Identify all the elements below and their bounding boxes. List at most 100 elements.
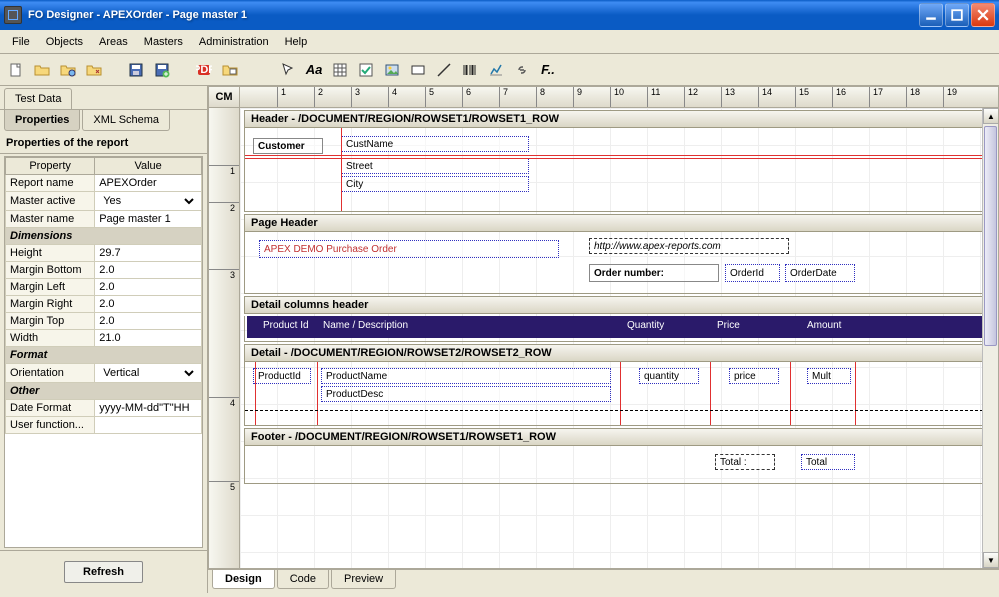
prop-key: Height bbox=[6, 245, 95, 262]
image-icon[interactable] bbox=[380, 58, 404, 82]
field-custname[interactable]: CustName bbox=[341, 136, 529, 152]
field-city[interactable]: City bbox=[341, 176, 529, 192]
scroll-down-button[interactable]: ▼ bbox=[983, 552, 999, 568]
new-file-icon[interactable] bbox=[4, 58, 28, 82]
line-icon[interactable] bbox=[432, 58, 456, 82]
menu-administration[interactable]: Administration bbox=[191, 33, 277, 51]
close-button[interactable] bbox=[971, 3, 995, 27]
band-detail[interactable]: Detail - /DOCUMENT/REGION/ROWSET2/ROWSET… bbox=[244, 344, 994, 426]
field-productid[interactable]: ProductId bbox=[253, 368, 311, 384]
link-icon[interactable] bbox=[510, 58, 534, 82]
scroll-up-button[interactable]: ▲ bbox=[983, 108, 999, 124]
prop-value[interactable]: 2.0 bbox=[95, 262, 202, 279]
band-title[interactable]: Footer - /DOCUMENT/REGION/ROWSET1/ROWSET… bbox=[244, 428, 994, 446]
save-new-icon[interactable] bbox=[150, 58, 174, 82]
field-productname[interactable]: ProductName bbox=[321, 368, 611, 384]
band-title[interactable]: Page Header bbox=[244, 214, 994, 232]
prop-value[interactable]: 2.0 bbox=[95, 313, 202, 330]
prop-value[interactable]: Vertical bbox=[95, 364, 202, 383]
tab-test-data[interactable]: Test Data bbox=[4, 88, 72, 109]
prop-value[interactable]: APEXOrder bbox=[95, 175, 202, 192]
prop-key: Report name bbox=[6, 175, 95, 192]
band-colhead[interactable]: Detail columns header Product Id Name / De… bbox=[244, 296, 994, 342]
design-canvas[interactable]: Header - /DOCUMENT/REGION/ROWSET1/ROWSET… bbox=[240, 108, 999, 569]
prop-value[interactable] bbox=[95, 417, 202, 434]
field-customer[interactable]: Customer bbox=[253, 138, 323, 154]
field-total[interactable]: Total bbox=[801, 454, 855, 470]
checkbox-icon[interactable] bbox=[354, 58, 378, 82]
band-body[interactable]: ProductId ProductName quantity price Mult Pro… bbox=[244, 362, 994, 426]
band-pageheader[interactable]: Page Header APEX DEMO Purchase Order http:… bbox=[244, 214, 994, 294]
prop-key: User function... bbox=[6, 417, 95, 434]
menu-objects[interactable]: Objects bbox=[38, 33, 91, 51]
column-header-cell[interactable]: Price bbox=[717, 320, 740, 331]
prop-value[interactable]: 21.0 bbox=[95, 330, 202, 347]
prop-value[interactable]: 29.7 bbox=[95, 245, 202, 262]
band-footer[interactable]: Footer - /DOCUMENT/REGION/ROWSET1/ROWSET… bbox=[244, 428, 994, 484]
band-header[interactable]: Header - /DOCUMENT/REGION/ROWSET1/ROWSET… bbox=[244, 110, 994, 212]
prop-key: Margin Right bbox=[6, 296, 95, 313]
band-title[interactable]: Detail columns header bbox=[244, 296, 994, 314]
field-total-[interactable]: Total : bbox=[715, 454, 775, 470]
maximize-button[interactable] bbox=[945, 3, 969, 27]
field-http-www-apex-reports-com[interactable]: http://www.apex-reports.com bbox=[589, 238, 789, 254]
field-orderdate[interactable]: OrderDate bbox=[785, 264, 855, 282]
column-header-cell[interactable]: Amount bbox=[807, 320, 841, 331]
field-orderid[interactable]: OrderId bbox=[725, 264, 780, 282]
property-grid[interactable]: PropertyValue Report nameAPEXOrderMaster… bbox=[4, 156, 203, 548]
band-body[interactable]: APEX DEMO Purchase Order http://www.apex-… bbox=[244, 232, 994, 294]
rect-icon[interactable] bbox=[406, 58, 430, 82]
band-title[interactable]: Detail - /DOCUMENT/REGION/ROWSET2/ROWSET… bbox=[244, 344, 994, 362]
field-price[interactable]: price bbox=[729, 368, 779, 384]
field-apex-demo-purchase-order[interactable]: APEX DEMO Purchase Order bbox=[259, 240, 559, 258]
refresh-button[interactable]: Refresh bbox=[64, 561, 143, 583]
left-panel: Test Data Properties XML Schema Properti… bbox=[0, 86, 208, 593]
field-productdesc[interactable]: ProductDesc bbox=[321, 386, 611, 402]
prop-value[interactable]: 2.0 bbox=[95, 279, 202, 296]
scroll-thumb[interactable] bbox=[984, 126, 997, 346]
chart-icon[interactable] bbox=[484, 58, 508, 82]
prop-value[interactable]: Yes bbox=[95, 192, 202, 211]
vertical-scrollbar[interactable]: ▲ ▼ bbox=[982, 108, 998, 568]
band-body[interactable]: Product Id Name / Description Quantity Pric… bbox=[244, 316, 994, 342]
open-report-icon[interactable] bbox=[218, 58, 242, 82]
menu-file[interactable]: File bbox=[4, 33, 38, 51]
horizontal-ruler: 12345678910111213141516171819 bbox=[240, 86, 999, 108]
save-icon[interactable] bbox=[124, 58, 148, 82]
prop-value[interactable]: 2.0 bbox=[95, 296, 202, 313]
field-mult[interactable]: Mult bbox=[807, 368, 851, 384]
menu-help[interactable]: Help bbox=[277, 33, 316, 51]
category-other: Other bbox=[6, 383, 202, 400]
open-folder-alt-icon[interactable] bbox=[56, 58, 80, 82]
prop-value[interactable]: Page master 1 bbox=[95, 211, 202, 228]
field-street[interactable]: Street bbox=[341, 158, 529, 174]
column-header-cell[interactable]: Name / Description bbox=[323, 320, 408, 331]
pointer-icon[interactable] bbox=[276, 58, 300, 82]
menu-masters[interactable]: Masters bbox=[136, 33, 191, 51]
tab-properties[interactable]: Properties bbox=[4, 110, 80, 131]
pdf-export-icon[interactable]: PDF bbox=[192, 58, 216, 82]
bottom-tab-preview[interactable]: Preview bbox=[331, 570, 396, 589]
field-order-number-[interactable]: Order number: bbox=[589, 264, 719, 282]
menu-areas[interactable]: Areas bbox=[91, 33, 136, 51]
column-header-cell[interactable]: Quantity bbox=[627, 320, 664, 331]
prop-key: Margin Left bbox=[6, 279, 95, 296]
band-body[interactable]: Total : Total bbox=[244, 446, 994, 484]
open-folder-alt2-icon[interactable] bbox=[82, 58, 106, 82]
prop-value[interactable]: yyyy-MM-dd"T"HH bbox=[95, 400, 202, 417]
category-dimensions: Dimensions bbox=[6, 228, 202, 245]
field-quantity[interactable]: quantity bbox=[639, 368, 699, 384]
band-title[interactable]: Header - /DOCUMENT/REGION/ROWSET1/ROWSET… bbox=[244, 110, 994, 128]
band-body[interactable]: Customer CustName Street City bbox=[244, 128, 994, 212]
table-icon[interactable] bbox=[328, 58, 352, 82]
open-folder-icon[interactable] bbox=[30, 58, 54, 82]
tab-xml-schema[interactable]: XML Schema bbox=[82, 110, 170, 131]
text-a-icon[interactable]: Aa bbox=[302, 58, 326, 82]
barcode-icon[interactable] bbox=[458, 58, 482, 82]
minimize-button[interactable] bbox=[919, 3, 943, 27]
svg-text:PDF: PDF bbox=[196, 64, 212, 76]
column-header-cell[interactable]: Product Id bbox=[263, 320, 309, 331]
bottom-tab-design[interactable]: Design bbox=[212, 570, 275, 589]
fx-icon[interactable]: F.. bbox=[536, 58, 560, 82]
bottom-tab-code[interactable]: Code bbox=[277, 570, 329, 589]
